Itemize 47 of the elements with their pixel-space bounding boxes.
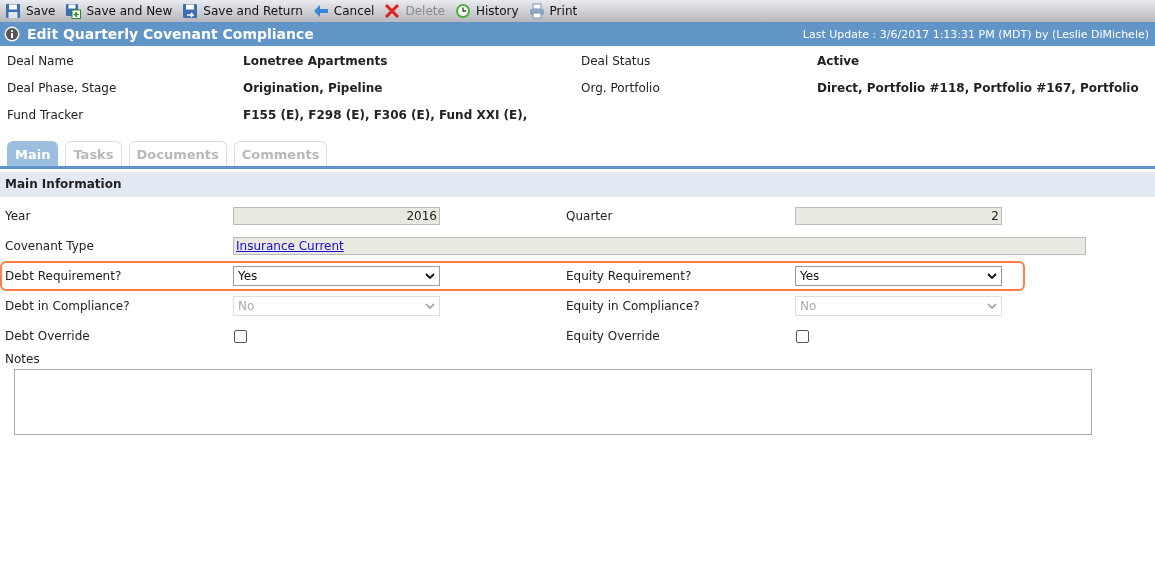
field-label: Notes: [4, 352, 41, 366]
checkbox[interactable]: [796, 329, 809, 343]
checkbox[interactable]: [234, 329, 247, 343]
section-header: Main Information: [0, 172, 1155, 197]
clock-icon: [454, 3, 471, 19]
printer-icon: [528, 3, 545, 19]
field-value: F155 (E), F298 (E), F306 (E), Fund XXI (E),: [243, 107, 529, 124]
number-field[interactable]: 2016: [233, 207, 440, 225]
field-value: Origination, Pipeline: [243, 80, 384, 97]
floppy-plus-icon: [65, 3, 82, 19]
field-value: Lonetree Apartments: [243, 53, 389, 70]
field-value: Active: [817, 53, 861, 70]
toolbar-button[interactable]: History: [454, 3, 519, 19]
dropdown[interactable]: Yes: [233, 266, 440, 286]
field-label: Quarter: [566, 209, 614, 223]
chevron-down-icon: [425, 273, 435, 279]
dropdown[interactable]: Yes: [795, 266, 1002, 286]
toolbar-button[interactable]: Save and Return: [182, 3, 303, 19]
chevron-down-icon: [987, 273, 997, 279]
covenant-type-field[interactable]: Insurance Current: [233, 237, 1086, 255]
chevron-down-icon: [425, 303, 435, 309]
toolbar-button[interactable]: Save: [5, 3, 56, 19]
field-label: Debt Override: [5, 329, 91, 343]
field-label: Org. Portfolio: [581, 80, 661, 97]
field-label: Year: [5, 209, 32, 223]
field-value: Direct, Portfolio #118, Portfolio #167, Portfolio: [817, 80, 1140, 97]
page-title: Edit Quarterly Covenant Compliance: [27, 26, 314, 42]
field-label: Fund Tracker: [7, 107, 85, 124]
field-label: Debt Requirement?: [5, 269, 123, 283]
toolbar-button[interactable]: Cancel: [312, 3, 375, 19]
field-label: Equity Requirement?: [566, 269, 693, 283]
number-field[interactable]: 2: [795, 207, 1002, 225]
field-label: Deal Status: [581, 53, 652, 70]
toolbar-button[interactable]: Print: [528, 3, 578, 19]
left-arrow-icon: [312, 3, 329, 19]
field-label: Covenant Type: [5, 239, 95, 253]
last-update-text: Last Update : 3/6/2017 1:13:31 PM (MDT) by (Leslie DiMichele): [802, 27, 1149, 41]
field-label: Deal Name: [7, 53, 75, 70]
chevron-down-icon: [987, 303, 997, 309]
delete-icon: [384, 3, 401, 19]
field-label: Debt in Compliance?: [5, 299, 131, 313]
field-label: Equity Override: [566, 329, 661, 343]
toolbar-button[interactable]: Save and New: [65, 3, 173, 19]
info-icon: [4, 26, 20, 42]
link[interactable]: Insurance Current: [236, 239, 344, 253]
field-label: Equity in Compliance?: [566, 299, 701, 313]
field-label: Deal Phase, Stage: [7, 80, 118, 97]
